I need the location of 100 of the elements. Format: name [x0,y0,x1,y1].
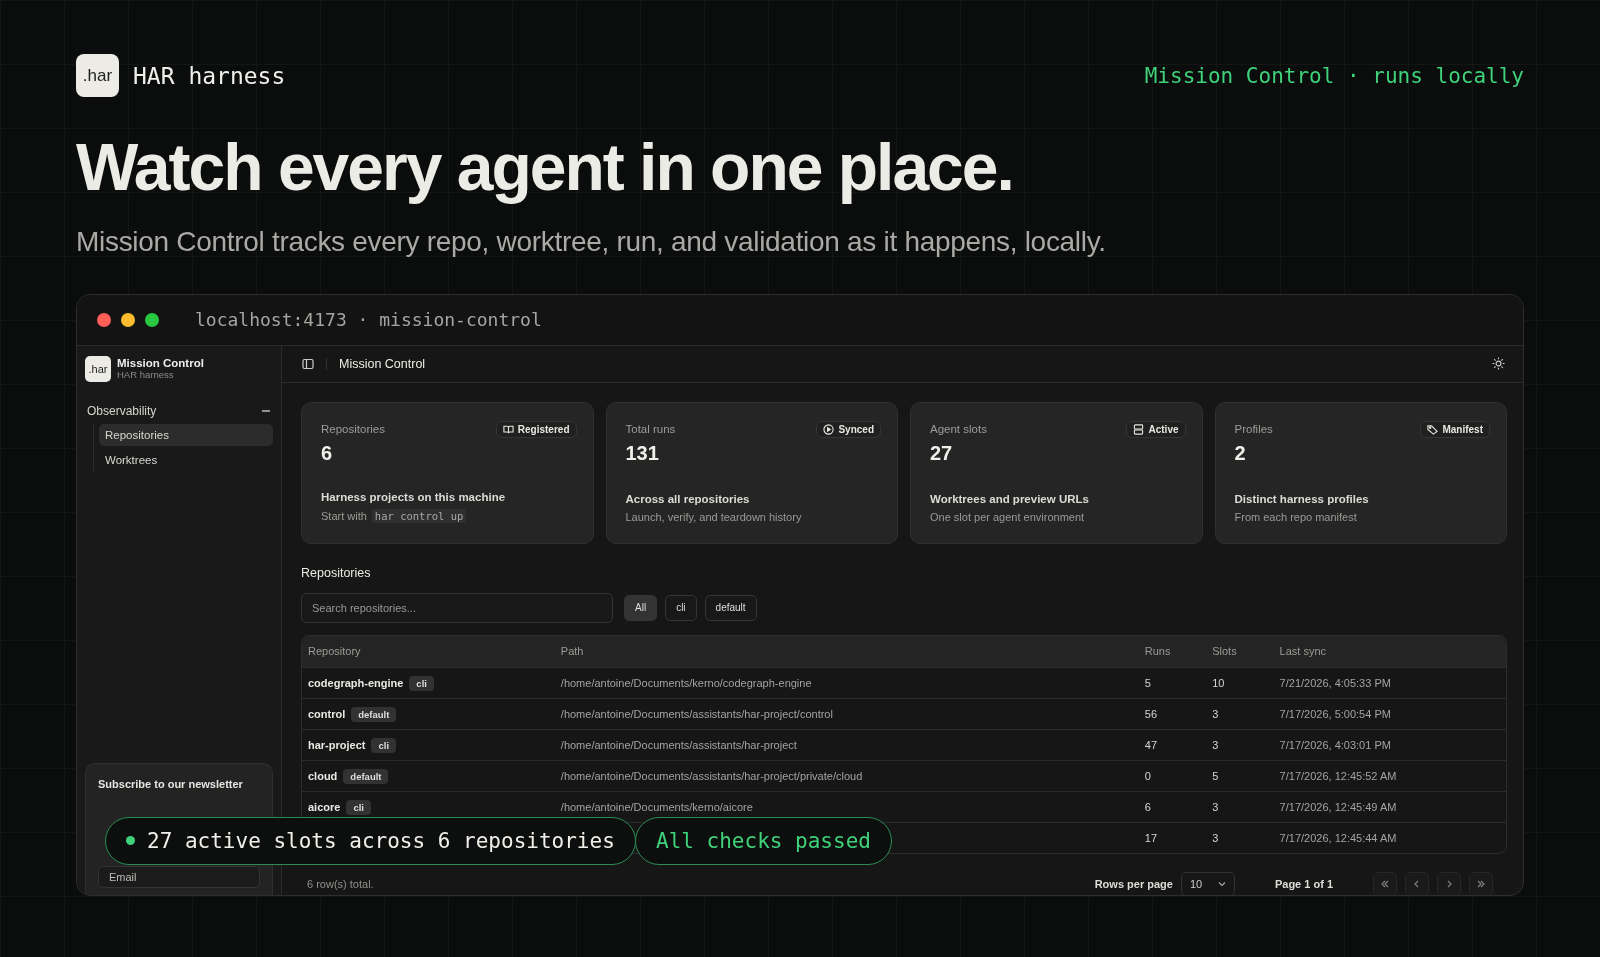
page-title: Mission Control [339,356,427,371]
slots-cell: 3 [1212,738,1219,751]
badge-label: Manifest [1442,423,1483,435]
stat-label: Profiles [1234,423,1273,436]
app-name: Mission Control [117,357,204,370]
runs-cell: 56 [1144,707,1157,720]
last-sync-cell: 7/17/2026, 4:03:01 PM [1279,738,1391,751]
stat-value: 2 [1234,441,1247,465]
runs-cell: 5 [1144,676,1151,689]
stat-hint: Launch, verify, and teardown history [625,510,802,523]
stat-description: Worktrees and preview URLs [930,492,1090,505]
runs-cell: 6 [1144,800,1151,813]
stat-description: Distinct harness profiles [1234,492,1370,505]
row-count: 6 row(s) total. [306,877,375,890]
repo-name: aicore [308,800,341,813]
filter-chip[interactable]: All [624,594,658,621]
next-page-button[interactable] [1437,871,1461,895]
path-cell: /home/antoine/Documents/assistants/har-project/private/cloud [560,769,863,782]
address-text: localhost:4173 · mission-control [195,309,542,331]
email-field[interactable]: Email [98,865,260,888]
page-indicator: Page 1 of 1 [1274,877,1333,890]
command-code: har control up [371,508,467,523]
last-sync-cell: 7/21/2026, 4:05:33 PM [1279,676,1391,689]
close-dot [97,312,111,327]
play-icon [823,423,835,435]
stat-description: Across all repositories [625,492,751,505]
section-title: Repositories [301,565,372,580]
stat-hint: From each repo manifest [1234,510,1357,523]
subtitle: Mission Control tracks every repo, worktree, run, and validation as it happens, locally. [76,225,1107,258]
stat-value: 6 [321,441,334,465]
group-label: Observability [87,403,157,418]
filter-chip[interactable]: cli [665,594,697,621]
path-cell: /home/antoine/Documents/assistants/har-project/control [560,707,833,720]
stat-label: Repositories [321,423,385,436]
stat-value: 131 [625,441,660,465]
column-header: Path [554,635,1139,667]
checks-status-pill: All checks passed [635,816,892,865]
slots-cell: 3 [1212,831,1219,844]
profile-tag: cli [409,675,434,691]
last-page-button[interactable] [1469,871,1493,895]
column-header: Last sync [1273,635,1506,667]
last-sync-cell: 7/17/2026, 12:45:49 AM [1279,800,1397,813]
logo: .har [76,54,119,97]
profile-tag: default [351,706,397,722]
sidebar-item[interactable]: Repositories [99,423,273,446]
profile-tag: cli [371,737,397,753]
slots-cell: 5 [1212,769,1219,782]
slots-cell: 3 [1212,800,1219,813]
badge-label: Synced [838,423,874,435]
slots-cell: 10 [1212,676,1225,689]
path-cell: /home/antoine/Documents/kerno/aicore [560,800,753,813]
stat-hint: Start with [321,509,367,522]
repo-name: cloud [308,769,338,782]
slots-status-text: 27 active slots across 6 repositories [147,828,615,853]
stat-description: Harness projects on this machine [321,490,507,503]
path-cell: /home/antoine/Documents/assistants/har-project [560,738,797,751]
repo-name: codegraph-engine [308,676,404,689]
newsletter-title: Subscribe to our newsletter [98,777,244,790]
repo-name: control [308,707,346,720]
stat-value: 27 [930,441,954,465]
column-header: Repository [302,635,555,667]
tagline: Mission Control · runs locally [1144,63,1524,88]
badge-label: Active [1148,423,1179,435]
previous-page-button[interactable] [1405,871,1429,895]
profile-tag: default [343,768,389,784]
server-icon [1133,423,1145,435]
maximize-dot [145,312,159,327]
runs-cell: 17 [1144,831,1157,844]
headline: Watch every agent in one place. [76,131,1014,204]
profile-tag: cli [346,799,371,815]
repo-name: har-project [308,738,366,751]
last-sync-cell: 7/17/2026, 12:45:44 AM [1279,831,1397,844]
sun-icon[interactable] [1492,357,1505,371]
stat-label: Agent slots [930,423,987,436]
last-sync-cell: 7/17/2026, 12:45:52 AM [1279,769,1397,782]
path-cell: /home/antoine/Documents/kerno/codegraph-engine [560,676,812,689]
book-icon [502,423,514,435]
status-dot [126,836,135,846]
sidebar-toggle-icon[interactable] [302,357,314,370]
search-field[interactable]: Search repositories... [301,592,613,623]
runs-cell: 47 [1144,738,1157,751]
column-header: Runs [1138,635,1207,667]
double-chevron-left-icon [1380,878,1390,889]
double-chevron-right-icon [1476,878,1486,889]
runs-cell: 0 [1144,769,1151,782]
brand-name: HAR harness [133,62,286,89]
column-header: Slots [1206,635,1274,667]
stat-label: Total runs [625,423,676,436]
minimize-dot [121,312,135,327]
slots-cell: 3 [1212,707,1219,720]
badge-label: Registered [517,423,570,435]
sidebar-item[interactable]: Worktrees [99,448,273,471]
chevron-down-icon [1217,879,1226,888]
first-page-button[interactable] [1373,871,1397,895]
app-logo: .har [85,355,111,382]
last-sync-cell: 7/17/2026, 5:00:54 PM [1279,707,1391,720]
rows-per-page-label: Rows per page [1094,877,1173,890]
app-subtitle: HAR harness [117,369,175,381]
stat-hint: One slot per agent environment [930,510,1085,523]
filter-chip[interactable]: default [704,594,757,621]
